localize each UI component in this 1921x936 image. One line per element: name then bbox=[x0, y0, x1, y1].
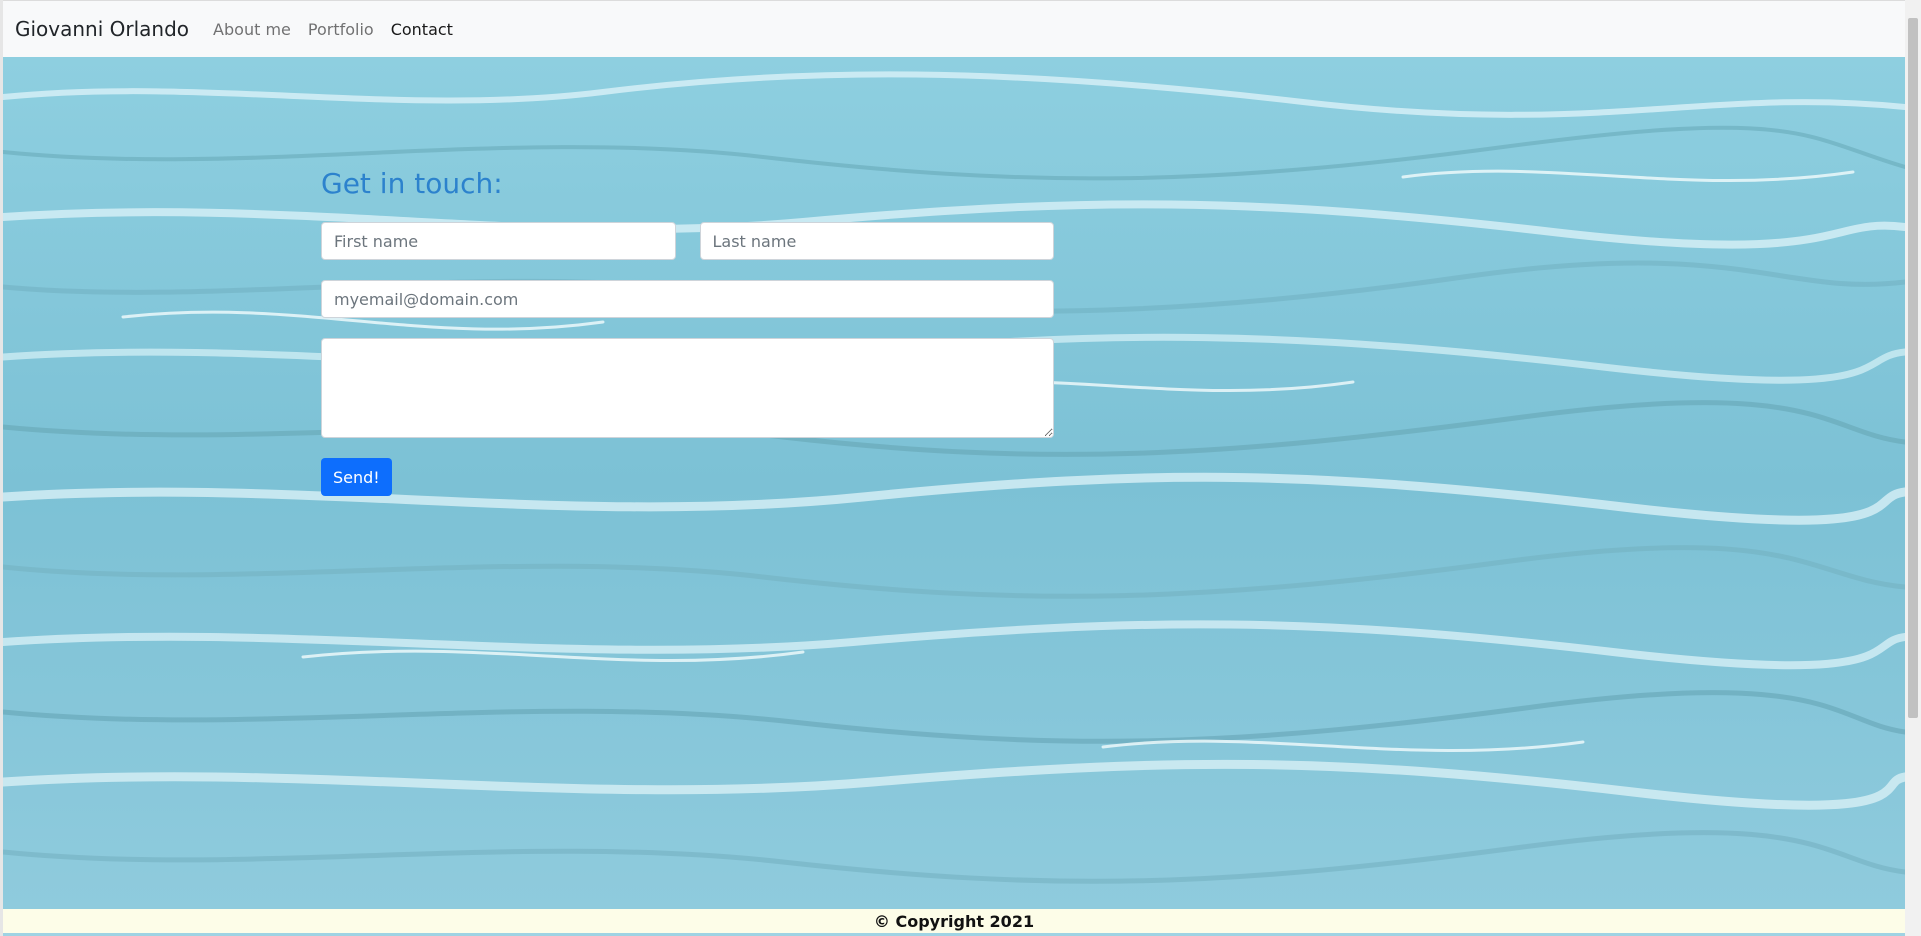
last-name-input[interactable] bbox=[699, 222, 1054, 260]
nav-link-portfolio[interactable]: Portfolio bbox=[308, 20, 374, 39]
footer: © Copyright 2021 bbox=[3, 909, 1905, 933]
copyright-text: © Copyright 2021 bbox=[873, 911, 1035, 931]
nav-link-contact[interactable]: Contact bbox=[391, 20, 453, 39]
page-scrollbar[interactable] bbox=[1905, 0, 1921, 936]
first-name-input[interactable] bbox=[321, 222, 676, 260]
brand-link[interactable]: Giovanni Orlando bbox=[15, 17, 189, 41]
email-input[interactable] bbox=[321, 280, 1054, 318]
send-button[interactable]: Send! bbox=[321, 458, 392, 496]
water-background: Get in touch: Send! bbox=[3, 57, 1905, 909]
scrollbar-thumb[interactable] bbox=[1908, 18, 1918, 718]
form-title: Get in touch: bbox=[321, 167, 503, 200]
nav-link-about-me[interactable]: About me bbox=[213, 20, 291, 39]
top-navbar: Giovanni Orlando About me Portfolio Cont… bbox=[3, 0, 1905, 57]
message-textarea[interactable] bbox=[321, 338, 1054, 438]
contact-form: Get in touch: Send! bbox=[321, 167, 1054, 496]
